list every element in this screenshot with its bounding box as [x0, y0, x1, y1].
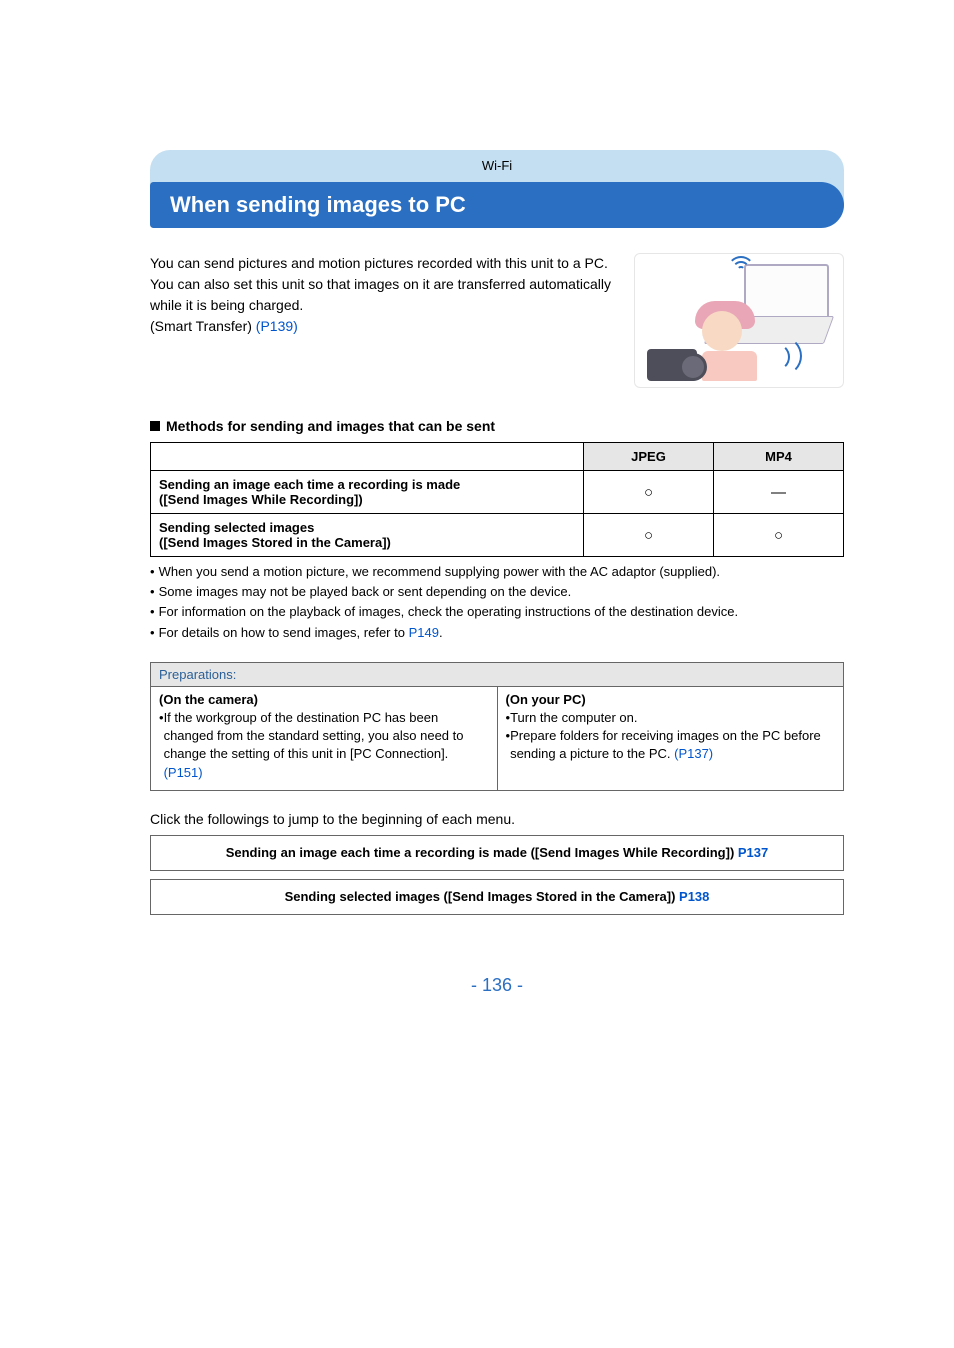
- link-p139[interactable]: (P139): [256, 318, 298, 334]
- page-title: When sending images to PC: [150, 182, 844, 228]
- intro-p3-prefix: (Smart Transfer): [150, 318, 256, 334]
- notes-list: •When you send a motion picture, we reco…: [150, 563, 844, 642]
- square-bullet-icon: [150, 421, 160, 431]
- intro-paragraph-1: You can send pictures and motion picture…: [150, 253, 614, 274]
- page-number: - 136 -: [150, 975, 844, 996]
- jump-box1-text: Sending an image each time a recording i…: [226, 845, 738, 860]
- prep-right-item-1: Turn the computer on.: [510, 709, 637, 727]
- note-1: When you send a motion picture, we recom…: [159, 563, 720, 581]
- row2-jpeg: ○: [584, 514, 714, 557]
- intro-paragraph-2: You can also set this unit so that image…: [150, 274, 614, 316]
- header-category: Wi-Fi: [150, 158, 844, 173]
- methods-heading: Methods for sending and images that can …: [150, 418, 844, 434]
- pc-transfer-illustration: [634, 253, 844, 388]
- row1-line-a: Sending an image each time a recording i…: [159, 477, 575, 492]
- methods-heading-text: Methods for sending and images that can …: [166, 418, 495, 434]
- row1-jpeg: ○: [584, 471, 714, 514]
- send-methods-table: JPEG MP4 Sending an image each time a re…: [150, 442, 844, 557]
- col-jpeg: JPEG: [584, 443, 714, 471]
- note-2: Some images may not be played back or se…: [159, 583, 572, 601]
- jump-box2-text: Sending selected images ([Send Images St…: [285, 889, 679, 904]
- wifi-icon: [727, 260, 757, 282]
- intro-paragraph-3: (Smart Transfer) (P139): [150, 316, 614, 337]
- row-send-stored: Sending selected images ([Send Images St…: [151, 514, 584, 557]
- link-p137a[interactable]: (P137): [674, 746, 713, 761]
- prep-col-pc: (On your PC) •Turn the computer on. •Pre…: [497, 687, 844, 790]
- prep-left-heading: (On the camera): [159, 691, 489, 709]
- row1-mp4: —: [714, 471, 844, 514]
- user-with-camera-icon: [647, 296, 797, 381]
- prep-right-heading: (On your PC): [506, 691, 836, 709]
- jump-box-stored[interactable]: Sending selected images ([Send Images St…: [150, 879, 844, 915]
- col-mp4: MP4: [714, 443, 844, 471]
- row1-line-b: ([Send Images While Recording]): [159, 492, 575, 507]
- row2-mp4: ○: [714, 514, 844, 557]
- prep-col-camera: (On the camera) •If the workgroup of the…: [151, 687, 497, 790]
- prep-left-item: If the workgroup of the destination PC h…: [164, 709, 489, 782]
- link-p151[interactable]: (P151): [164, 765, 203, 780]
- row2-line-a: Sending selected images: [159, 520, 575, 535]
- preparations-box: Preparations: (On the camera) •If the wo…: [150, 662, 844, 791]
- link-p137b[interactable]: P137: [738, 845, 768, 860]
- preparations-title: Preparations:: [151, 663, 843, 687]
- link-p138[interactable]: P138: [679, 889, 709, 904]
- row2-line-b: ([Send Images Stored in the Camera]): [159, 535, 575, 550]
- note-3: For information on the playback of image…: [159, 603, 739, 621]
- note-4: For details on how to send images, refer…: [159, 624, 443, 642]
- jump-intro: Click the followings to jump to the begi…: [150, 811, 844, 827]
- row-send-while-recording: Sending an image each time a recording i…: [151, 471, 584, 514]
- jump-box-while-recording[interactable]: Sending an image each time a recording i…: [150, 835, 844, 871]
- prep-right-item-2: Prepare folders for receiving images on …: [510, 727, 835, 763]
- link-p149[interactable]: P149: [409, 625, 439, 640]
